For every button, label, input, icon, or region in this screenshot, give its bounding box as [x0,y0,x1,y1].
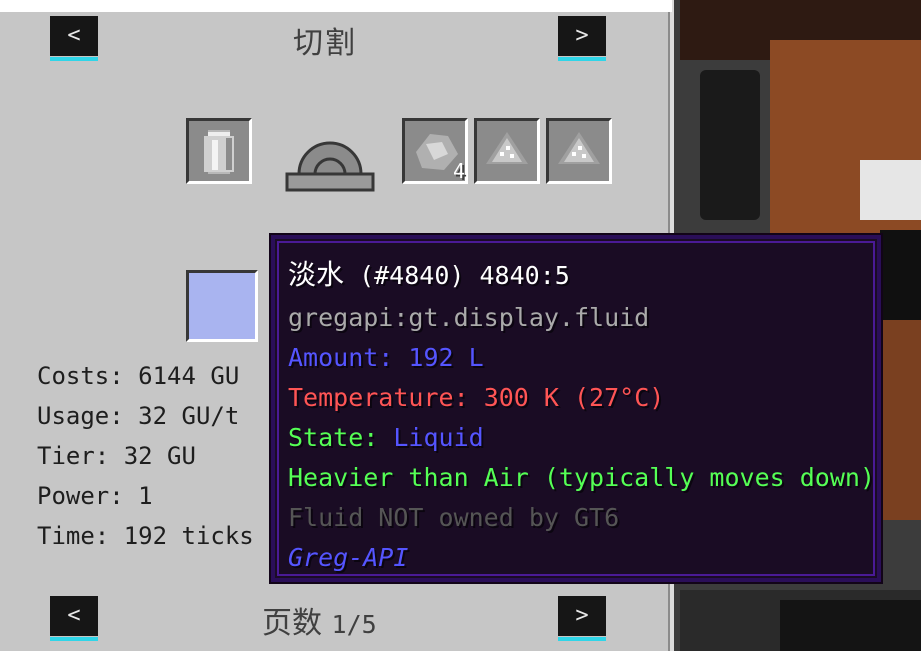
page-indicator: 页数 1/5 [262,598,377,642]
panel-top-edge [0,0,672,12]
recipe-costs: Costs: 6144 GU [37,362,240,390]
fluid-name: 淡水 [288,258,345,291]
input-slot[interactable] [186,118,252,184]
page-value: 1/5 [331,610,377,639]
dust-icon [558,132,600,164]
fluid-id: (#4840) 4840:5 [359,261,570,290]
prev-recipe-button[interactable]: < [50,16,98,61]
tooltip-state: State: Liquid [288,423,484,452]
tooltip-density: Heavier than Air (typically moves down) [288,463,875,492]
tooltip-registry: gregapi:gt.display.fluid [288,303,650,332]
page-label: 页数 [262,606,322,641]
tooltip-ownership: Fluid NOT owned by GT6 [288,503,620,532]
amount-value: 192 L [408,343,484,372]
temperature-label: Temperature: [288,383,469,412]
prev-page-button[interactable]: < [50,596,98,641]
recipe-time: Time: 192 ticks [37,522,254,550]
output-slot-2[interactable] [474,118,540,184]
next-recipe-button[interactable]: > [558,16,606,61]
output-slot-1-count: 4 [452,159,465,183]
state-value: Liquid [393,423,484,452]
fluid-input-slot[interactable] [186,270,258,342]
tooltip-mod-name: Greg-API [288,543,409,572]
dust-icon [486,132,528,164]
item-tooltip: 淡水 (#4840) 4840:5 gregapi:gt.display.flu… [269,233,883,584]
recipe-power: Power: 1 [37,482,153,510]
canister-icon [204,130,234,174]
output-slot-1[interactable]: 4 [402,118,468,184]
recipe-usage: Usage: 32 GU/t [37,402,240,430]
cutting-saw-icon [285,141,375,192]
recipe-category-title: 切割 [293,26,357,61]
next-page-button[interactable]: > [558,596,606,641]
recipe-tier: Tier: 32 GU [37,442,196,470]
tooltip-temperature: Temperature: 300 K (27°C) [288,383,664,412]
tooltip-amount: Amount: 192 L [288,343,484,372]
state-label: State: [288,423,379,452]
output-slot-3[interactable] [546,118,612,184]
temperature-value: 300 K (27°C) [483,383,665,412]
amount-label: Amount: [288,343,394,372]
tooltip-title: 淡水 (#4840) 4840:5 [288,253,570,293]
